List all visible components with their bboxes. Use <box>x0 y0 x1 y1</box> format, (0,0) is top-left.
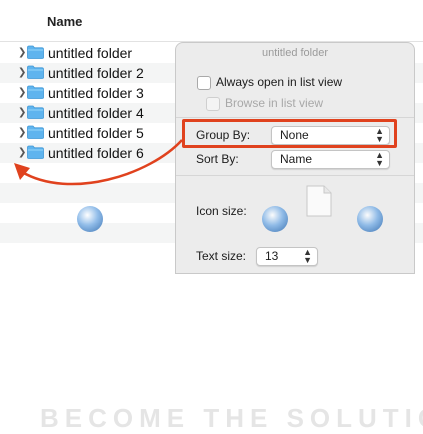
folder-name[interactable]: untitled folder <box>48 45 132 61</box>
folder-name[interactable]: untitled folder 2 <box>48 65 144 81</box>
folder-name[interactable]: untitled folder 5 <box>48 125 144 141</box>
chevron-right-icon[interactable]: ❯ <box>18 127 26 139</box>
watermark-text: BECOME THE SOLUTION <box>40 403 423 433</box>
watermark-bubble <box>77 206 103 232</box>
always-open-checkbox[interactable] <box>197 76 211 90</box>
folder-icon <box>27 45 44 59</box>
folder-icon <box>27 105 44 119</box>
popup-arrows-icon: ▲ ▼ <box>303 247 312 265</box>
browse-list-label: Browse in list view <box>225 96 324 110</box>
text-size-value: 13 <box>265 249 279 263</box>
folder-icon <box>27 145 44 159</box>
sort-by-label: Sort By: <box>196 152 239 166</box>
chevron-right-icon[interactable]: ❯ <box>18 67 26 79</box>
watermark-bubble <box>357 206 383 232</box>
panel-separator <box>176 175 414 176</box>
text-size-label: Text size: <box>196 249 247 263</box>
chevron-right-icon[interactable]: ❯ <box>18 107 26 119</box>
panel-title: untitled folder <box>261 47 329 59</box>
panel-separator <box>176 117 414 118</box>
browse-list-checkbox <box>206 97 220 111</box>
panel-titlebar[interactable]: untitled folder <box>176 43 414 63</box>
chevron-right-icon[interactable]: ❯ <box>18 87 26 99</box>
group-by-highlight-box <box>182 119 397 148</box>
column-header[interactable]: Name <box>0 0 423 42</box>
folder-name[interactable]: untitled folder 6 <box>48 145 144 161</box>
chevron-right-icon[interactable]: ❯ <box>18 47 26 59</box>
always-open-label[interactable]: Always open in list view <box>216 75 342 89</box>
sort-by-value: Name <box>280 152 313 166</box>
name-column-label[interactable]: Name <box>47 14 82 29</box>
sort-by-popup[interactable]: Name ▲ ▼ <box>271 150 390 169</box>
folder-icon <box>27 85 44 99</box>
popup-arrows-icon: ▲ ▼ <box>375 150 384 168</box>
folder-name[interactable]: untitled folder 3 <box>48 85 144 101</box>
chevron-right-icon[interactable]: ❯ <box>18 147 26 159</box>
folder-name[interactable]: untitled folder 4 <box>48 105 144 121</box>
folder-icon <box>27 65 44 79</box>
folder-icon <box>27 125 44 139</box>
watermark-bubble <box>262 206 288 232</box>
text-size-popup[interactable]: 13 ▲ ▼ <box>256 247 318 266</box>
